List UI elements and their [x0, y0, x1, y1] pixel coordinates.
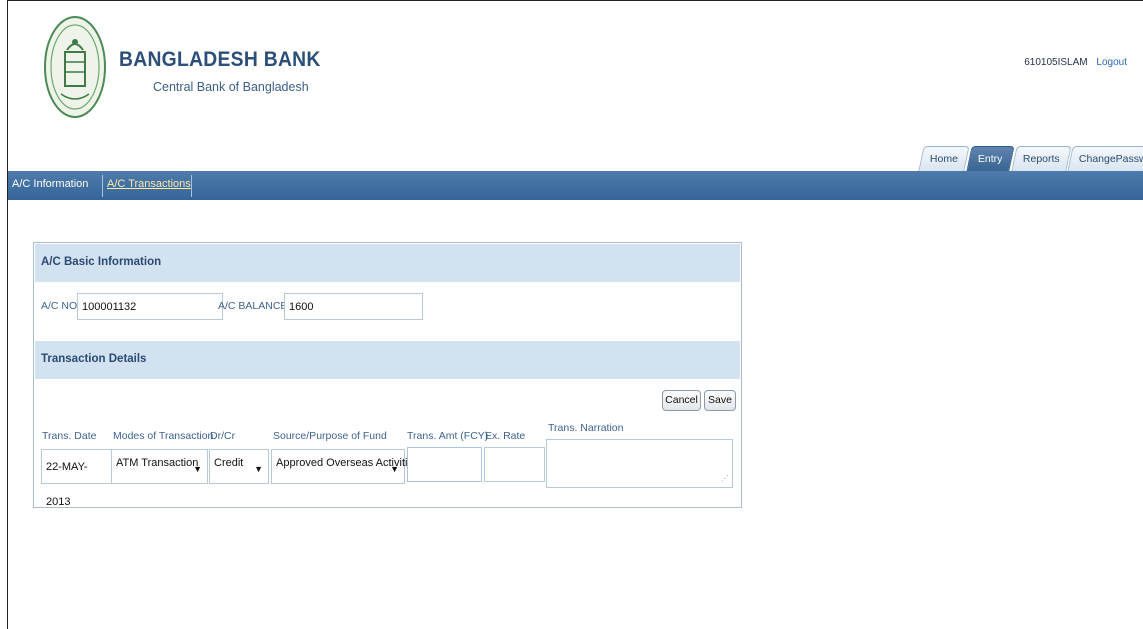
bank-subtitle: Central Bank of Bangladesh [153, 80, 309, 94]
tab-home-label: Home [929, 153, 958, 165]
tab-home[interactable]: Home [918, 146, 970, 171]
ac-balance-field[interactable]: 1600 [284, 293, 423, 320]
ac-no-label: A/C NO: [41, 300, 81, 312]
sub-navbar: A/C Information A/C Transactions [8, 171, 1143, 200]
modes-of-transaction-label: Modes of Transaction [113, 430, 214, 442]
trans-narration-textarea[interactable] [546, 439, 733, 488]
source-purpose-label: Source/Purpose of Fund [273, 430, 387, 442]
basic-info-header: A/C Basic Information [35, 244, 740, 282]
user-id: 610105ISLAM [1024, 57, 1088, 68]
window-border-left [7, 0, 8, 629]
trans-date-label: Trans. Date [42, 430, 97, 442]
dropdown-arrow-icon: ▼ [193, 464, 202, 474]
tab-reports[interactable]: Reports [1010, 146, 1071, 171]
save-button[interactable]: Save [704, 390, 736, 411]
tab-reports-label: Reports [1022, 153, 1060, 165]
trans-narration-label: Trans. Narration [548, 422, 624, 434]
drcr-value: Credit [214, 457, 244, 469]
ac-no-field[interactable]: 100001132 [77, 293, 223, 320]
drcr-label: Dr/Cr [210, 430, 236, 442]
nav-separator [191, 175, 192, 197]
nav-separator [102, 175, 103, 197]
drcr-select[interactable]: Credit ▼ [209, 449, 269, 484]
account-panel: A/C Basic Information A/C NO: 100001132 … [33, 242, 742, 508]
resize-grip-icon[interactable]: ⋰ [721, 474, 737, 504]
trans-amt-label: Trans. Amt (FCY) [407, 430, 489, 442]
nav-ac-transactions[interactable]: A/C Transactions [107, 178, 191, 190]
tab-entry[interactable]: Entry [966, 146, 1015, 171]
tab-change-password[interactable]: ChangePassword [1067, 146, 1143, 171]
bank-name: BANGLADESH BANK [119, 48, 321, 71]
user-area: 610105ISLAM Logout [1024, 57, 1127, 68]
ex-rate-label: Ex. Rate [485, 430, 526, 442]
transaction-header: Transaction Details [35, 341, 740, 379]
cancel-button[interactable]: Cancel [662, 390, 701, 411]
nav-ac-information[interactable]: A/C Information [12, 178, 88, 190]
modes-of-transaction-value: ATM Transaction [116, 457, 199, 469]
tab-change-password-label: ChangePassword [1079, 153, 1143, 165]
transaction-title: Transaction Details [41, 353, 147, 365]
ex-rate-field[interactable] [484, 447, 545, 482]
bangladesh-bank-logo [44, 16, 106, 118]
modes-of-transaction-select[interactable]: ATM Transaction ▼ [111, 449, 208, 484]
dropdown-arrow-icon: ▼ [390, 464, 399, 474]
source-purpose-select[interactable]: Approved Overseas Activitie ▼ [271, 449, 414, 484]
logout-link[interactable]: Logout [1096, 57, 1127, 68]
dropdown-arrow-icon: ▼ [254, 464, 263, 474]
ac-balance-label: A/C BALANCE: [218, 300, 291, 312]
trans-date-field[interactable]: 22-MAY-2013 [41, 449, 113, 508]
main-tabs: Home Entry Reports ChangePassword [918, 146, 1143, 171]
window-border-top [7, 0, 1143, 1]
tab-entry-label: Entry [977, 153, 1003, 165]
trans-amt-field[interactable] [407, 447, 482, 482]
basic-info-title: A/C Basic Information [41, 256, 162, 268]
